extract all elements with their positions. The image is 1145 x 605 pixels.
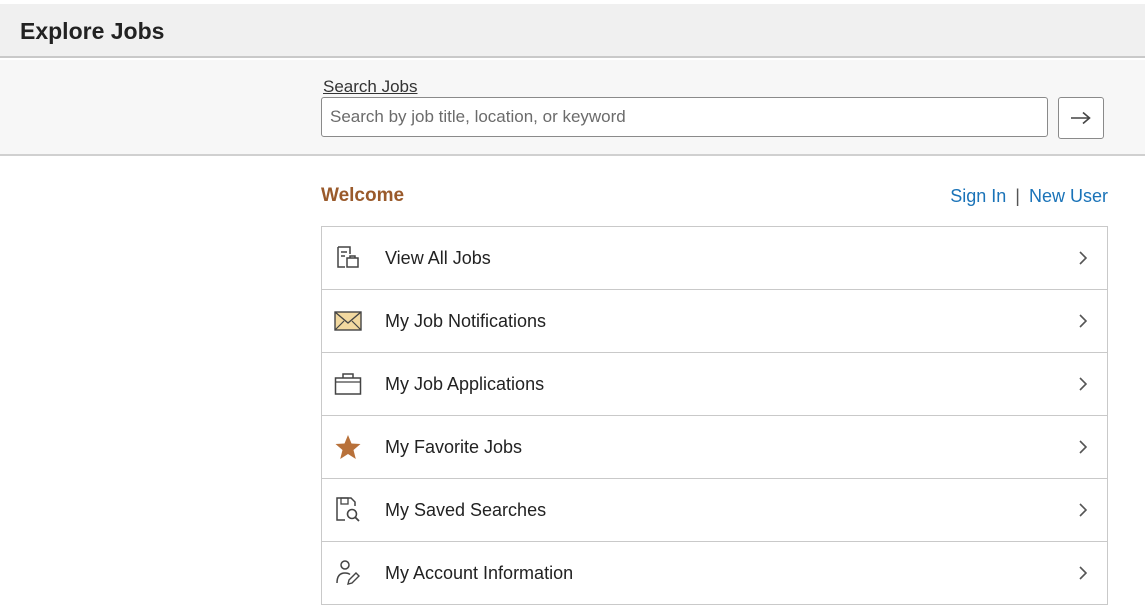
page-header: Explore Jobs [0, 4, 1145, 58]
menu-item-job-notifications[interactable]: My Job Notifications [322, 290, 1107, 353]
menu-list: View All Jobs My Job Notifications My Jo… [321, 226, 1108, 605]
menu-item-favorite-jobs[interactable]: My Favorite Jobs [322, 416, 1107, 479]
chevron-right-icon [1077, 439, 1089, 455]
star-icon [333, 432, 363, 462]
auth-separator: | [1015, 186, 1020, 206]
chevron-right-icon [1077, 565, 1089, 581]
chevron-right-icon [1077, 313, 1089, 329]
search-input[interactable] [321, 97, 1048, 137]
welcome-heading: Welcome [321, 185, 405, 206]
user-edit-icon [333, 558, 363, 588]
menu-item-label: My Job Applications [385, 373, 545, 394]
saved-search-icon [333, 495, 363, 525]
search-band: Search Jobs [0, 60, 1145, 156]
menu-item-label: My Saved Searches [385, 499, 547, 520]
briefcase-icon [333, 369, 363, 399]
menu-item-label: My Job Notifications [385, 310, 547, 331]
menu-item-label: My Account Information [385, 562, 574, 583]
auth-links: Sign In | New User [950, 186, 1108, 207]
menu-item-label: My Favorite Jobs [385, 436, 523, 457]
menu-item-view-all-jobs[interactable]: View All Jobs [322, 227, 1107, 290]
chevron-right-icon [1077, 376, 1089, 392]
chevron-right-icon [1077, 502, 1089, 518]
job-list-icon [333, 243, 363, 273]
envelope-icon [333, 306, 363, 336]
search-label: Search Jobs [323, 77, 418, 96]
new-user-link[interactable]: New User [1029, 186, 1108, 206]
chevron-right-icon [1077, 250, 1089, 266]
arrow-right-icon [1071, 111, 1091, 125]
sign-in-link[interactable]: Sign In [950, 186, 1006, 206]
menu-item-label: View All Jobs [385, 247, 491, 268]
page-title: Explore Jobs [20, 18, 165, 44]
menu-item-saved-searches[interactable]: My Saved Searches [322, 479, 1107, 542]
search-submit-button[interactable] [1058, 97, 1104, 139]
menu-item-job-applications[interactable]: My Job Applications [322, 353, 1107, 416]
